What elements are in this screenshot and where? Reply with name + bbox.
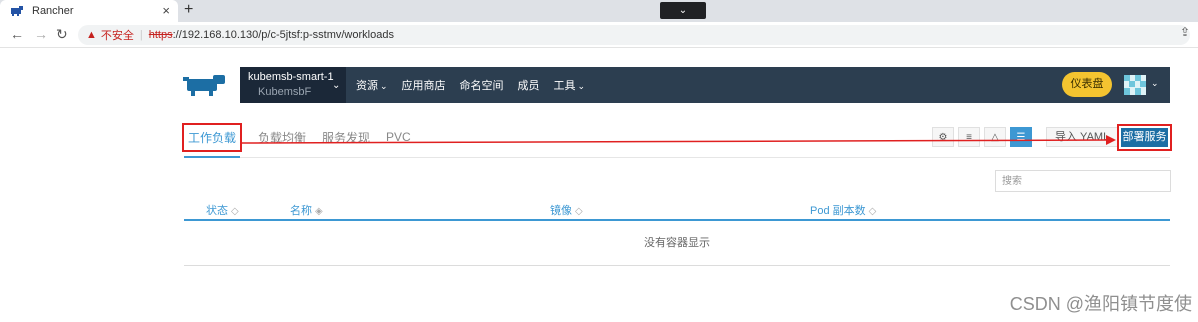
dashboard-button[interactable]: 仪表盘 [1062, 72, 1112, 97]
watermark: CSDN @渔阳镇节度使 [1009, 294, 1192, 314]
chevron-down-icon: ⌄ [577, 81, 586, 91]
chevron-down-icon: ⌄ [380, 81, 388, 91]
top-menu: 资源 ⌄ 应用商店 命名空间 成员 工具 ⌄ [356, 67, 599, 103]
tab-load-balancing[interactable]: 负载均衡 [258, 129, 306, 146]
share-icon[interactable]: ⇪ [1180, 25, 1190, 39]
back-icon[interactable]: ← [10, 26, 24, 42]
warning-icon: ▲ [86, 29, 97, 41]
new-tab-button[interactable]: + [184, 1, 193, 19]
column-status[interactable]: 状态 ◇ [206, 202, 239, 218]
url-scheme: https [148, 29, 173, 41]
menu-members[interactable]: 成员 [518, 77, 540, 93]
import-yaml-button[interactable]: 导入 YAML [1046, 127, 1119, 147]
tree-icon[interactable]: ☰ [1010, 127, 1032, 147]
column-pod-replicas[interactable]: Pod 副本数 ◇ [810, 202, 876, 218]
workload-subtabs: 工作负载 负载均衡 服务发现 PVC [182, 122, 427, 152]
rancher-header: kubemsb-smart-1 KubemsbF ⌄ 资源 ⌄ 应用商店 命名空间… [240, 67, 1170, 103]
forward-icon[interactable]: → [34, 26, 48, 42]
tab-search-button[interactable]: ⌄ [660, 2, 706, 19]
tab-pvc[interactable]: PVC [386, 130, 411, 144]
chevron-down-icon: ⌄ [332, 80, 341, 91]
deploy-highlight: 部署服务 [1117, 124, 1172, 151]
reload-icon[interactable]: ↻ [56, 26, 68, 43]
url-field[interactable]: ▲ 不安全 | https ://192.168.10.130/p/c-5jts… [78, 25, 1190, 45]
gear-icon[interactable]: ⚙ [932, 127, 954, 147]
sort-icon: ◇ [868, 206, 877, 217]
rancher-favicon-icon [11, 6, 23, 16]
menu-namespaces[interactable]: 命名空间 [460, 77, 504, 93]
tab-workloads[interactable]: 工作负载 [182, 122, 243, 152]
insecure-label[interactable]: 不安全 [101, 27, 134, 43]
menu-app-store[interactable]: 应用商店 [402, 77, 446, 93]
column-image[interactable]: 镜像 ◇ [550, 202, 583, 218]
url-path: ://192.168.10.130/p/c-5jtsf:p-sstmv/work… [172, 29, 394, 41]
empty-table-message: 没有容器显示 [184, 221, 1170, 266]
chevron-down-icon[interactable]: ⌄ [1151, 78, 1159, 89]
avatar[interactable] [1124, 75, 1146, 95]
table-header: 状态 ◇ 名称 ◈ 镜像 ◇ Pod 副本数 ◇ [184, 200, 1170, 220]
alert-icon[interactable]: △ [984, 127, 1006, 147]
tab-service-discovery[interactable]: 服务发现 [322, 129, 370, 146]
browser-tabstrip: Rancher × + ⌄ [0, 0, 1198, 22]
browser-tab[interactable]: Rancher × [0, 0, 178, 22]
search-input[interactable] [995, 170, 1171, 192]
menu-tools[interactable]: 工具 ⌄ [554, 77, 586, 93]
view-toolbar: ⚙ ≡ △ ☰ 导入 YAML [932, 127, 1119, 147]
sort-icon: ◈ [315, 206, 323, 217]
sort-icon: ◇ [575, 206, 583, 217]
column-name[interactable]: 名称 ◈ [290, 202, 323, 218]
tab-title: Rancher [32, 5, 74, 17]
annotation-arrow [239, 135, 1116, 145]
rancher-logo-icon[interactable] [183, 73, 229, 97]
address-bar: ← → ↻ ▲ 不安全 | https ://192.168.10.130/p/… [0, 22, 1198, 48]
url-separator: | [139, 29, 143, 41]
subtab-divider [184, 157, 1170, 158]
tab-close-icon[interactable]: × [162, 3, 170, 18]
deploy-service-button[interactable]: 部署服务 [1121, 128, 1168, 147]
menu-resources[interactable]: 资源 ⌄ [356, 77, 388, 93]
list-icon[interactable]: ≡ [958, 127, 980, 147]
sort-icon: ◇ [231, 206, 239, 217]
active-tab-indicator [184, 156, 240, 158]
cluster-switcher[interactable]: kubemsb-smart-1 KubemsbF ⌄ [240, 67, 346, 103]
